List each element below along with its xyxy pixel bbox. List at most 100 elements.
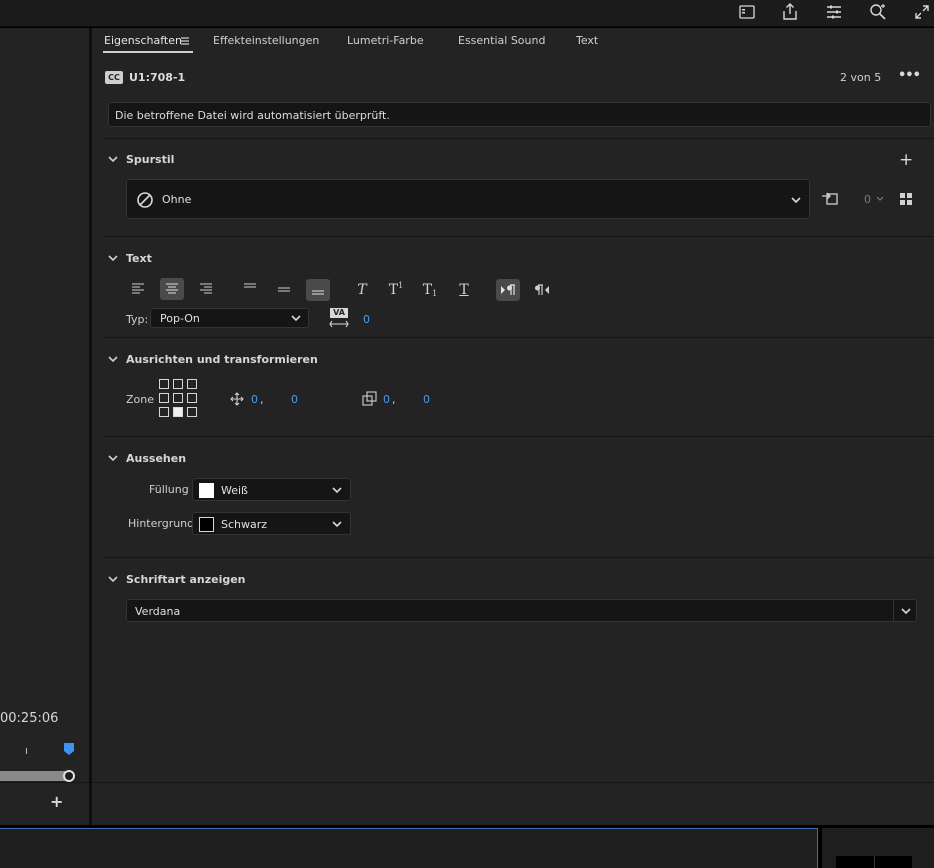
ltr-paragraph-icon[interactable] [530, 279, 554, 301]
section-title-appearance[interactable]: Aussehen [126, 452, 186, 465]
chevron-down-icon [290, 312, 302, 324]
grid-view-icon[interactable] [899, 192, 913, 209]
caption-text-field[interactable]: Die betroffene Datei wird automatisiert … [108, 102, 931, 127]
properties-panel [92, 28, 934, 825]
section-divider [104, 436, 934, 437]
section-divider [104, 138, 934, 139]
position-y[interactable]: 0 [291, 393, 298, 406]
tab-eigenschaften[interactable]: Eigenschaften [104, 34, 182, 47]
caption-text: Die betroffene Datei wird automatisiert … [115, 109, 390, 122]
tab-menu-icon[interactable] [180, 36, 190, 49]
zone-label: Zone [126, 393, 155, 406]
timecode: 00:25:06 [0, 711, 59, 726]
chevron-down-icon[interactable] [107, 353, 119, 365]
chevron-down-icon [790, 194, 802, 206]
align-right-icon[interactable] [194, 278, 218, 300]
zone-cell[interactable] [187, 379, 197, 389]
style-count: 0 [864, 193, 871, 206]
zoom-handle[interactable] [63, 770, 75, 782]
chevron-down-icon[interactable] [107, 452, 119, 464]
size-icon [362, 391, 377, 409]
marker-icon[interactable] [62, 742, 76, 759]
italic-icon[interactable]: T [350, 279, 374, 301]
share-icon[interactable] [779, 2, 801, 22]
zone-cell[interactable] [159, 407, 169, 417]
section-divider [104, 557, 934, 558]
background-label: Hintergrund [128, 517, 195, 530]
fill-dropdown[interactable]: Weiß [192, 478, 351, 501]
fill-swatch[interactable] [199, 483, 214, 498]
zone-cell[interactable] [187, 407, 197, 417]
background-swatch[interactable] [199, 517, 214, 532]
section-title-align[interactable]: Ausrichten und transformieren [126, 353, 318, 366]
chevron-down-icon[interactable] [107, 573, 119, 585]
dropdown-divider [893, 600, 894, 621]
timeline-panel[interactable] [0, 828, 818, 868]
search-zoom-icon[interactable] [867, 2, 889, 22]
zone-cell[interactable] [159, 393, 169, 403]
align-top-icon[interactable] [238, 276, 262, 298]
chevron-down-icon [331, 518, 343, 530]
chevron-down-icon[interactable] [875, 194, 885, 207]
type-value: Pop-On [160, 312, 200, 325]
zone-cell-selected[interactable] [173, 407, 183, 417]
superscript-icon[interactable]: T1 [384, 279, 408, 301]
zoom-bar[interactable] [0, 771, 70, 781]
more-options-icon[interactable]: ••• [898, 68, 921, 83]
section-title-spurstil[interactable]: Spurstil [126, 153, 174, 166]
track-style-value: Ohne [162, 193, 192, 206]
top-toolbar [0, 0, 934, 27]
size-y[interactable]: 0 [423, 393, 430, 406]
settings-list-icon[interactable] [823, 2, 845, 22]
meter-divider [874, 856, 875, 868]
caption-id: U1:708-1 [129, 71, 186, 84]
type-label: Typ: [126, 313, 149, 326]
section-divider [104, 337, 934, 338]
position-x[interactable]: 0 [251, 393, 258, 406]
type-dropdown[interactable]: Pop-On [150, 308, 309, 328]
divider-line [0, 782, 89, 783]
size-separator: , [392, 393, 396, 406]
panel-layout-icon[interactable] [736, 2, 758, 22]
track-style-dropdown[interactable]: Ohne [126, 179, 810, 219]
zone-cell[interactable] [159, 379, 169, 389]
meter-panel [822, 828, 934, 868]
align-bottom-icon[interactable] [306, 279, 330, 301]
chevron-down-icon[interactable] [107, 252, 119, 264]
expand-icon[interactable] [911, 2, 933, 22]
tab-effekteinstellungen[interactable]: Effekteinstellungen [213, 34, 319, 47]
background-value: Schwarz [221, 518, 268, 531]
caption-counter: 2 von 5 [840, 71, 882, 84]
add-style-icon[interactable]: + [899, 150, 913, 170]
chevron-down-icon [331, 484, 343, 496]
zone-cell[interactable] [173, 379, 183, 389]
active-tab-indicator [103, 51, 193, 53]
underline-icon[interactable]: T [452, 279, 476, 301]
chevron-down-icon[interactable] [107, 153, 119, 165]
tab-essential-sound[interactable]: Essential Sound [458, 34, 545, 47]
none-icon [136, 191, 154, 212]
section-title-text[interactable]: Text [126, 252, 152, 265]
size-x[interactable]: 0 [383, 393, 390, 406]
tab-lumetri-farbe[interactable]: Lumetri-Farbe [347, 34, 424, 47]
align-middle-icon[interactable] [272, 278, 296, 300]
fill-label: Füllung [149, 483, 189, 496]
cc-icon: CC [105, 71, 123, 84]
add-icon[interactable]: + [50, 792, 63, 811]
align-left-icon[interactable] [126, 278, 150, 300]
zone-cell[interactable] [187, 393, 197, 403]
subscript-icon[interactable]: T1 [418, 279, 442, 301]
position-separator: , [260, 393, 264, 406]
section-title-font[interactable]: Schriftart anzeigen [126, 573, 246, 586]
playhead-tick [26, 748, 27, 754]
rtl-paragraph-icon[interactable] [496, 279, 520, 301]
tab-text[interactable]: Text [576, 34, 598, 47]
tracking-value[interactable]: 0 [363, 313, 370, 326]
zone-grid[interactable] [159, 379, 201, 421]
zone-cell[interactable] [173, 393, 183, 403]
background-dropdown[interactable]: Schwarz [192, 512, 351, 535]
font-value: Verdana [135, 605, 181, 618]
font-dropdown[interactable]: Verdana [126, 599, 917, 622]
push-style-icon[interactable] [821, 189, 839, 210]
align-center-icon[interactable] [160, 278, 184, 300]
